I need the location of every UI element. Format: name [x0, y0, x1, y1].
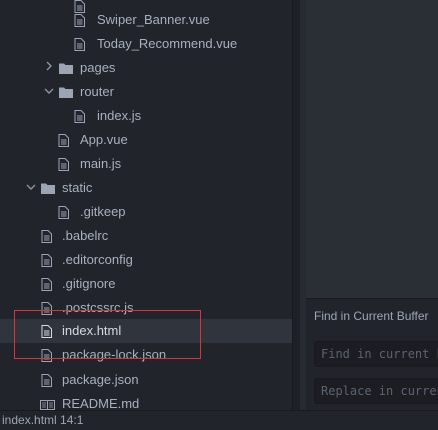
file-icon — [74, 110, 87, 123]
tree-item-gitignore[interactable]: .gitignore — [0, 272, 292, 296]
tree-item-today-recommend[interactable]: Today_Recommend.vue — [0, 32, 292, 56]
folder-open-icon — [59, 86, 73, 99]
tree-item-label: .gitignore — [62, 276, 116, 291]
tree-item-editorconfig[interactable]: .editorconfig — [0, 248, 292, 272]
tree-item-label: index.js — [97, 108, 142, 123]
file-icon — [41, 278, 54, 291]
tree-item-label: Today_Recommend.vue — [97, 36, 238, 51]
chevron-right-icon[interactable] — [44, 56, 54, 80]
file-icon — [41, 230, 54, 243]
tree-item-pages[interactable]: pages — [0, 56, 292, 80]
chevron-down-icon[interactable] — [44, 80, 54, 104]
tree-item-package-json[interactable]: package.json — [0, 368, 292, 392]
tree-item-package-lock[interactable]: package-lock.json — [0, 343, 292, 367]
tree-item-app-vue[interactable]: App.vue — [0, 128, 292, 152]
tree-item-label: package-lock.json — [62, 347, 167, 362]
find-replace-panel: Find in Current Buffer Find in current b… — [306, 298, 438, 411]
file-icon — [74, 14, 87, 27]
folder-open-icon — [41, 182, 55, 195]
file-icon — [58, 158, 71, 171]
status-file-position[interactable]: index.html 14:1 — [2, 413, 83, 427]
tree-item-label: index.html — [62, 323, 122, 338]
tree-item-static[interactable]: static — [0, 176, 292, 200]
file-icon — [41, 254, 54, 267]
tree-item-label: static — [62, 180, 93, 195]
tree-item-label: .postcssrc.js — [62, 300, 134, 315]
tree-item-gitkeep[interactable]: .gitkeep — [0, 200, 292, 224]
file-icon — [41, 302, 54, 315]
file-icon — [41, 325, 54, 338]
tree-item-label: .gitkeep — [80, 204, 126, 219]
file-icon — [41, 374, 54, 387]
tree-item-swiper-banner[interactable]: Swiper_Banner.vue — [0, 8, 292, 32]
tree-item-babelrc[interactable]: .babelrc — [0, 224, 292, 248]
file-icon — [74, 38, 87, 51]
folder-icon — [59, 62, 73, 75]
tree-item-label: App.vue — [80, 132, 128, 147]
file-icon — [58, 134, 71, 147]
file-tree-panel: Swiper_Banner.vue Today_Recommend.vue pa… — [0, 0, 292, 429]
tree-item-label: pages — [80, 60, 116, 75]
find-input[interactable]: Find in current buffer — [314, 341, 438, 367]
replace-input[interactable]: Replace in current buffer — [314, 378, 438, 404]
tree-item-label: .babelrc — [62, 228, 109, 243]
file-icon — [41, 349, 54, 362]
file-icon — [58, 206, 71, 219]
find-panel-title: Find in Current Buffer — [314, 309, 429, 323]
tree-item-router-index-js[interactable]: index.js — [0, 104, 292, 128]
tree-item-label: package.json — [62, 372, 139, 387]
tree-item-main-js[interactable]: main.js — [0, 152, 292, 176]
tree-item-postcssrc[interactable]: .postcssrc.js — [0, 296, 292, 320]
tree-item-label: Swiper_Banner.vue — [97, 12, 210, 27]
tree-item-index-html[interactable]: index.html — [0, 319, 292, 343]
tree-item-router[interactable]: router — [0, 80, 292, 104]
chevron-down-icon[interactable] — [26, 176, 36, 200]
status-bar: index.html 14:1 — [0, 410, 438, 430]
tree-item-label: main.js — [80, 156, 122, 171]
tree-item-label: .editorconfig — [62, 252, 133, 267]
tree-item-label: router — [80, 84, 114, 99]
